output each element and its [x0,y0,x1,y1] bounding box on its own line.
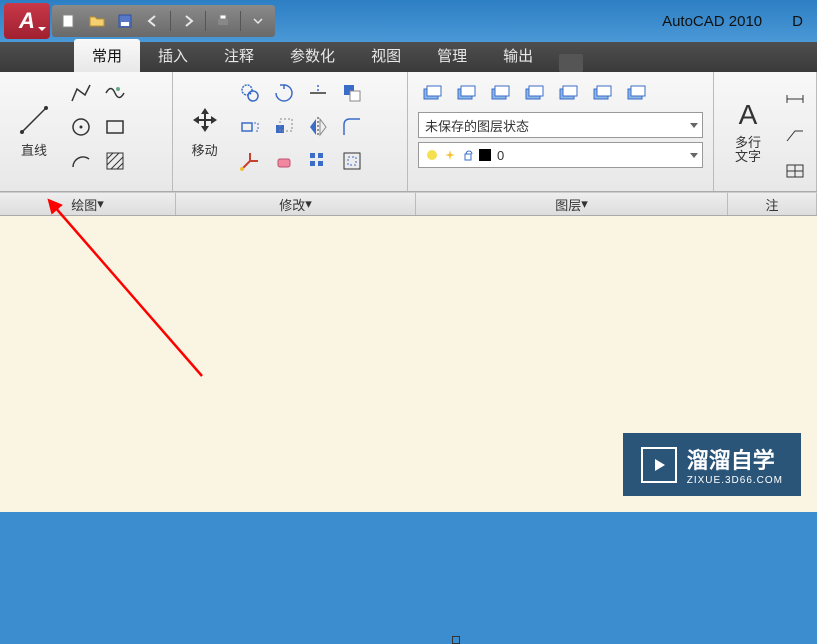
line-label: 直线 [21,140,47,159]
panel-annotate: A 多行 文字 [714,72,817,191]
spline-button[interactable] [100,78,130,108]
ribbon-tabs: 常用 插入 注释 参数化 视图 管理 输出 [0,42,817,72]
arc-button[interactable] [66,146,96,176]
panel-modify: 移动 [173,72,408,191]
layer-off-button[interactable] [452,78,482,108]
layer-isolate-button[interactable] [486,78,516,108]
new-file-button[interactable] [56,8,82,34]
trim-button[interactable] [303,78,333,108]
copy-button[interactable] [235,78,265,108]
move-label: 移动 [192,140,218,159]
undo-button[interactable] [140,8,166,34]
redo-button[interactable] [175,8,201,34]
erase-button[interactable] [269,146,299,176]
window-title: AutoCAD 2010 D [662,13,803,30]
layer-name-text: 0 [497,148,504,163]
circle-button[interactable] [66,112,96,142]
print-button[interactable] [210,8,236,34]
panel-layers: 未保存的图层状态 0 [408,72,714,191]
qat-dropdown-button[interactable] [245,8,271,34]
watermark: 溜溜自学 ZIXUE.3D66.COM [623,433,801,496]
title-bar: A AutoCAD 2010 D [0,0,817,42]
doc-name: D [792,13,803,30]
bring-front-button[interactable] [337,78,367,108]
tab-insert[interactable]: 插入 [140,39,206,72]
crosshair-cursor [452,636,460,644]
scale-button[interactable] [269,112,299,142]
explode-button[interactable] [235,146,265,176]
tab-annotate[interactable]: 注释 [206,39,272,72]
app-menu-button[interactable]: A [4,3,50,39]
rectangle-button[interactable] [100,112,130,142]
tab-parametric[interactable]: 参数化 [272,39,353,72]
quick-access-toolbar [52,5,275,37]
play-icon [641,447,677,483]
separator [205,11,206,31]
separator [170,11,171,31]
layer-lock-button[interactable] [554,78,584,108]
watermark-main: 溜溜自学 [687,443,783,475]
panel-draw: 直线 [0,72,173,191]
layer-freeze-button[interactable] [520,78,550,108]
panel-label-modify[interactable]: 修改 ▾ [176,193,416,215]
dropdown-arrow-icon [38,27,46,31]
panel-label-draw[interactable]: 绘图 ▾ [0,193,176,215]
tab-minimize-button[interactable] [559,54,583,72]
hatch-button[interactable] [100,146,130,176]
layer-properties-button[interactable] [418,78,448,108]
layer-unlock-button[interactable] [588,78,618,108]
app-menu-logo: A [19,8,35,34]
tab-home[interactable]: 常用 [74,39,140,72]
panel-labels: 绘图 ▾ 修改 ▾ 图层 ▾ 注 [0,192,817,216]
tab-output[interactable]: 输出 [485,39,551,72]
svg-text:A: A [739,100,758,130]
layer-state-text: 未保存的图层状态 [425,116,529,135]
open-file-button[interactable] [84,8,110,34]
layer-select-dropdown[interactable]: 0 [418,142,703,168]
stretch-button[interactable] [235,112,265,142]
rotate-button[interactable] [269,78,299,108]
move-button[interactable]: 移动 [179,78,231,185]
layer-match-button[interactable] [622,78,652,108]
save-button[interactable] [112,8,138,34]
offset-button[interactable] [337,146,367,176]
mirror-button[interactable] [303,112,333,142]
app-name: AutoCAD 2010 [662,13,762,30]
dimension-button[interactable] [780,84,810,114]
table-button[interactable] [780,156,810,186]
dropdown-arrow-icon [690,123,698,128]
fillet-button[interactable] [337,112,367,142]
panel-label-layers[interactable]: 图层 ▾ [416,193,728,215]
layer-state-dropdown[interactable]: 未保存的图层状态 [418,112,703,138]
tab-manage[interactable]: 管理 [419,39,485,72]
array-button[interactable] [303,146,333,176]
dropdown-arrow-icon [690,153,698,158]
line-button[interactable]: 直线 [6,78,62,185]
tab-view[interactable]: 视图 [353,39,419,72]
polyline-button[interactable] [66,78,96,108]
mtext-label: 多行 文字 [735,136,761,165]
separator [240,11,241,31]
layer-color-swatch [479,149,491,161]
leader-button[interactable] [780,120,810,150]
mtext-button[interactable]: A 多行 文字 [720,78,776,186]
ribbon: 直线 移动 [0,72,817,192]
watermark-sub: ZIXUE.3D66.COM [687,475,783,486]
panel-label-annotate[interactable]: 注 [728,193,817,215]
